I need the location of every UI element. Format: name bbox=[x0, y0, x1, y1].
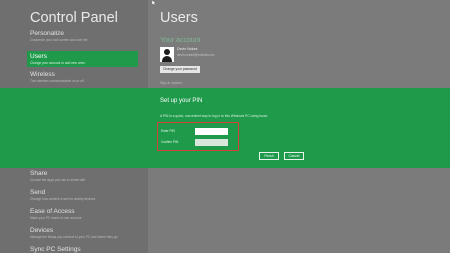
finish-button[interactable]: Finish bbox=[259, 152, 279, 160]
pin-fields-highlight bbox=[157, 122, 239, 151]
sidebar-item-description: Choose the apps you use to share with bbox=[30, 178, 86, 182]
sidebar-item-description: Change how content is sent to nearby dev… bbox=[30, 197, 96, 201]
dialog-title: Set up your PIN bbox=[160, 98, 203, 104]
sidebar-item-label: Wireless bbox=[30, 71, 55, 78]
enter-pin-label: Enter PIN bbox=[161, 129, 175, 133]
control-panel-title: Control Panel bbox=[30, 10, 118, 26]
enter-pin-input[interactable] bbox=[195, 128, 228, 135]
sidebar-item-description: Change your account or add new ones bbox=[30, 61, 85, 65]
sidebar-item-wireless[interactable]: Wireless Turn wireless communication on … bbox=[30, 71, 138, 83]
sidebar-item-personalize[interactable]: Personalize Customize your lock screen a… bbox=[30, 30, 138, 42]
sidebar-item-description: Turn wireless communication on or off bbox=[30, 79, 84, 83]
sidebar-item-description: Customize your lock screen and user tile bbox=[30, 38, 88, 42]
account-email: devin.nokes@hotmail.com bbox=[177, 53, 215, 57]
sidebar-item-devices[interactable]: Devices Manage the things you connect to… bbox=[30, 227, 138, 239]
confirm-pin-label: Confirm PIN bbox=[161, 140, 179, 144]
avatar-body bbox=[162, 56, 172, 62]
cancel-button[interactable]: Cancel bbox=[284, 152, 304, 160]
sidebar-item-label: Ease of Access bbox=[30, 208, 75, 215]
user-avatar-icon bbox=[160, 47, 174, 62]
confirm-pin-input[interactable] bbox=[195, 139, 228, 146]
dialog-description: A PIN is a quick, convenient way to log … bbox=[160, 114, 269, 118]
sidebar-item-description: Manage the things you connect to your PC… bbox=[30, 235, 118, 239]
change-password-button[interactable]: Change your password bbox=[160, 66, 200, 73]
section-heading-your-account: Your account bbox=[160, 37, 201, 44]
account-name: Devin Nokes bbox=[177, 47, 198, 51]
sidebar-item-ease-of-access[interactable]: Ease of Access Make your PC easier to se… bbox=[30, 208, 138, 220]
sidebar-item-sync-pc-settings[interactable]: Sync PC Settings bbox=[30, 246, 138, 253]
mouse-pointer-icon bbox=[152, 0, 157, 6]
sidebar-item-label: Users bbox=[30, 53, 47, 60]
sidebar-item-share[interactable]: Share Choose the apps you use to share w… bbox=[30, 170, 138, 182]
sidebar-item-label: Send bbox=[30, 189, 46, 196]
sidebar-item-label: Devices bbox=[30, 227, 54, 234]
sign-in-options-heading: Sign-in options bbox=[160, 81, 182, 85]
sidebar-item-label: Personalize bbox=[30, 30, 64, 37]
sidebar-item-send[interactable]: Send Change how content is sent to nearb… bbox=[30, 189, 138, 201]
sidebar-item-label: Share bbox=[30, 170, 48, 177]
sidebar-item-users[interactable]: Users Change your account or add new one… bbox=[27, 51, 138, 67]
page-title: Users bbox=[160, 10, 198, 26]
sidebar-item-label: Sync PC Settings bbox=[30, 246, 81, 253]
sidebar-item-description: Make your PC easier to see and use bbox=[30, 216, 82, 220]
avatar-head bbox=[164, 49, 170, 55]
